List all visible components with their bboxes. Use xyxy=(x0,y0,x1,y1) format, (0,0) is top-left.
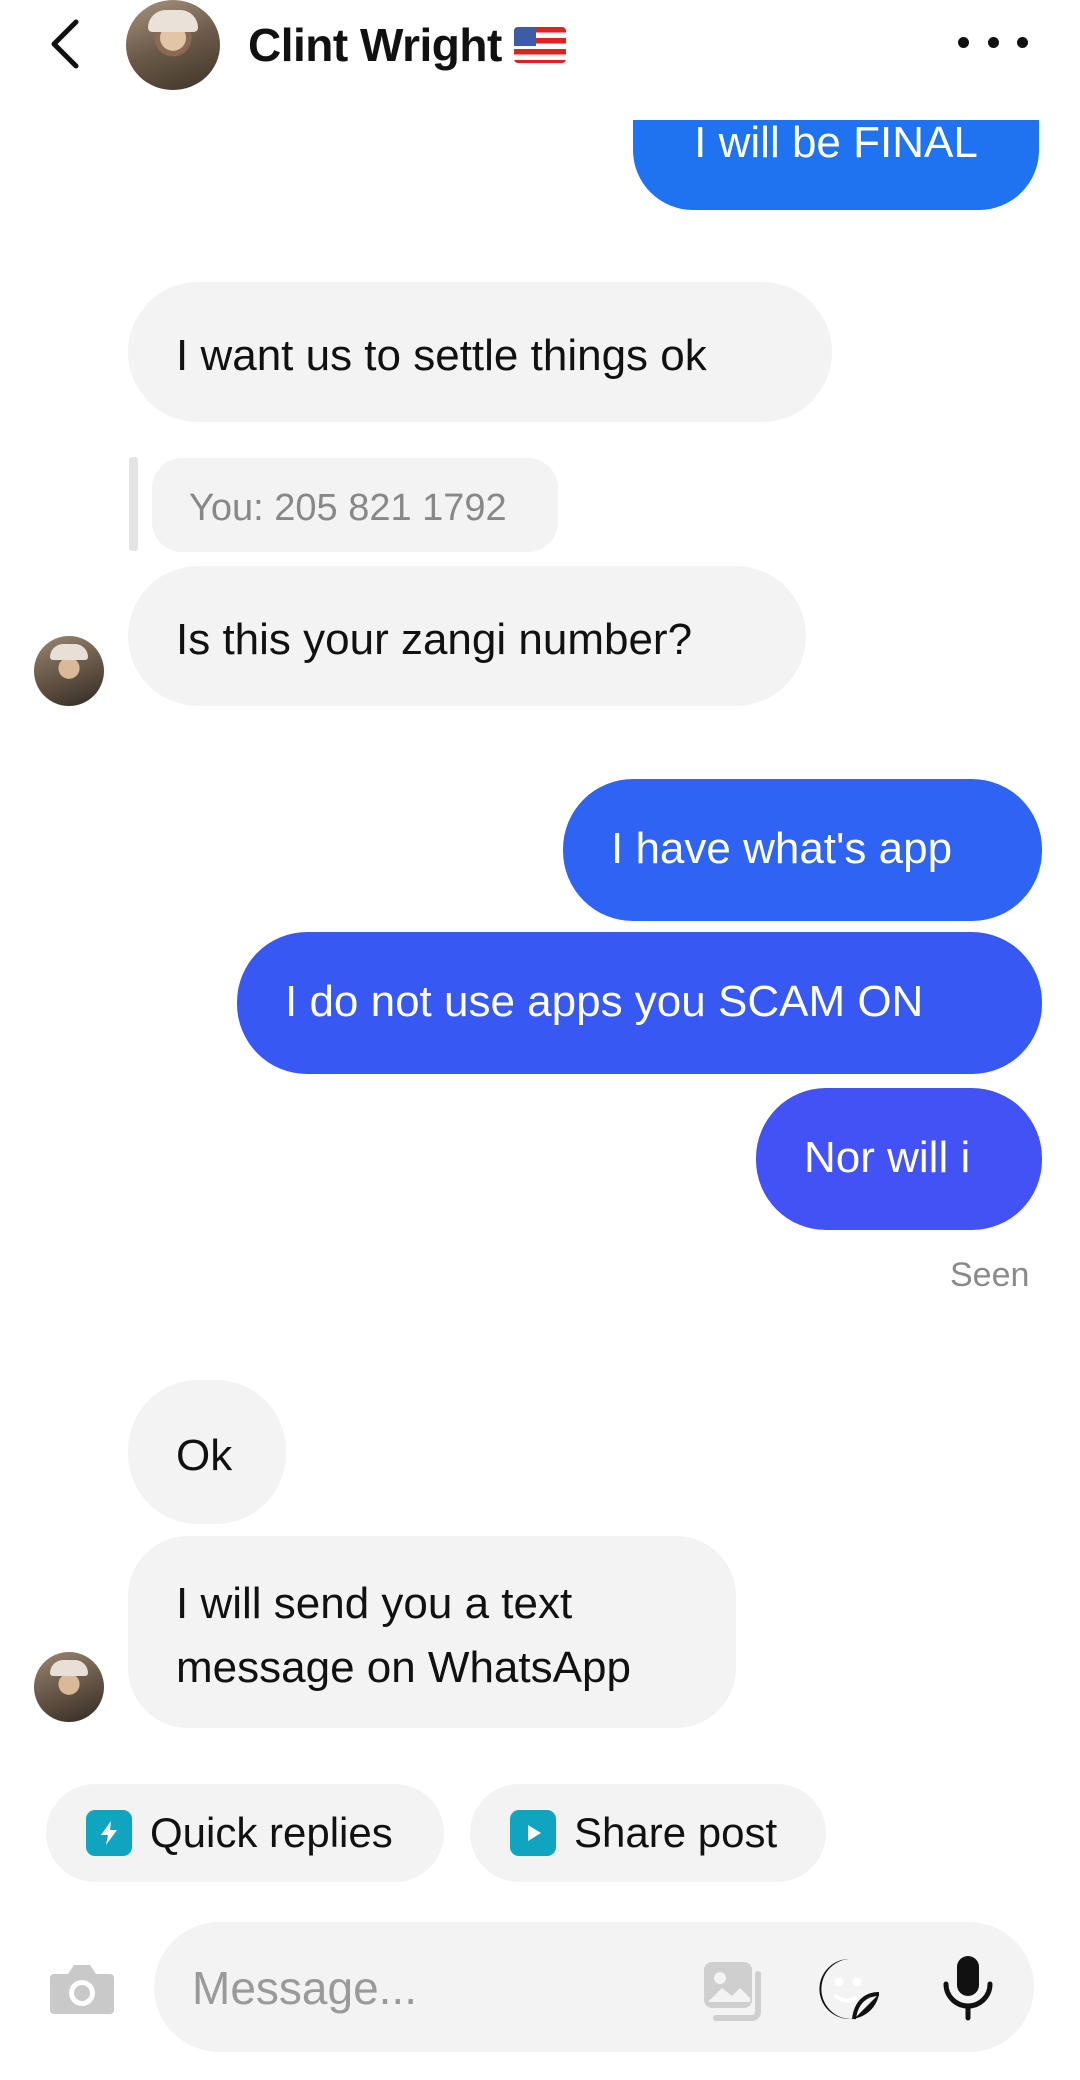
gallery-button[interactable] xyxy=(700,1958,770,2022)
reply-quote-bar xyxy=(129,457,138,551)
message-bubble-incoming[interactable]: I want us to settle things ok xyxy=(128,282,832,422)
message-bubble-outgoing[interactable]: Nor will i xyxy=(756,1088,1042,1230)
more-options-button[interactable] xyxy=(958,22,1028,62)
contact-name-text: Clint Wright xyxy=(248,19,502,71)
message-bubble-incoming[interactable]: I will send you a text message on WhatsA… xyxy=(128,1536,736,1728)
play-square-icon xyxy=(510,1810,556,1856)
us-flag-icon xyxy=(513,27,566,63)
sender-avatar[interactable] xyxy=(34,1652,104,1722)
message-bubble-incoming[interactable]: Is this your zangi number? xyxy=(128,566,806,706)
camera-icon xyxy=(50,1965,114,2014)
back-button[interactable] xyxy=(40,14,90,74)
quick-replies-button[interactable]: Quick replies xyxy=(46,1784,444,1882)
sticker-button[interactable] xyxy=(816,1956,882,2022)
gallery-icon xyxy=(704,1962,761,2021)
share-post-label: Share post xyxy=(574,1809,778,1856)
chat-header: Clint Wright xyxy=(0,0,1080,120)
message-bubble-outgoing[interactable]: I do not use apps you SCAM ON xyxy=(237,932,1042,1074)
contact-name[interactable]: Clint Wright xyxy=(248,18,566,72)
quick-replies-label: Quick replies xyxy=(150,1809,393,1856)
quoted-message[interactable]: You: 205 821 1792 xyxy=(152,458,558,552)
camera-button[interactable] xyxy=(48,1960,116,2016)
microphone-button[interactable] xyxy=(940,1954,996,2022)
microphone-icon xyxy=(943,1956,993,2021)
lightning-bubble-icon xyxy=(86,1810,132,1856)
message-input[interactable] xyxy=(190,1952,694,2024)
share-post-button[interactable]: Share post xyxy=(470,1784,826,1882)
more-dots-icon xyxy=(958,36,969,48)
message-composer xyxy=(154,1922,1034,2052)
chevron-left-icon xyxy=(51,19,79,69)
message-bubble-incoming[interactable]: Ok xyxy=(128,1380,286,1524)
seen-status: Seen xyxy=(950,1256,1030,1294)
message-bubble-outgoing[interactable]: I have what's app xyxy=(563,779,1042,921)
sticker-icon xyxy=(819,1959,880,2020)
contact-avatar[interactable] xyxy=(126,0,220,90)
sender-avatar[interactable] xyxy=(34,636,104,706)
